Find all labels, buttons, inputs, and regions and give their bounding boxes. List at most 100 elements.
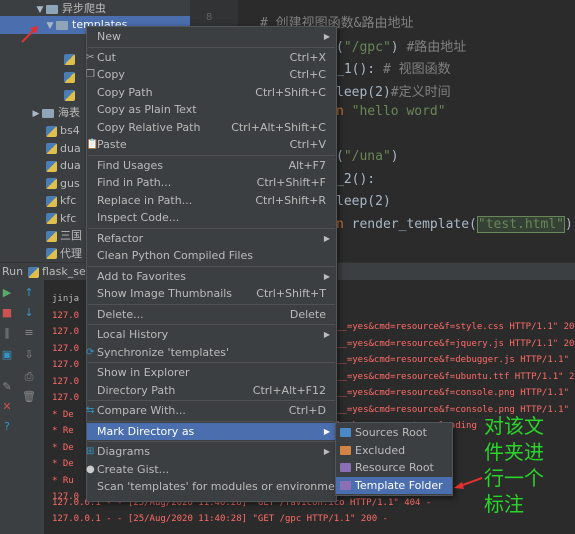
menu-item-create-gist[interactable]: ● Create Gist...: [86, 461, 336, 478]
menu-item-label: Scan 'templates' for modules or environm…: [97, 480, 352, 493]
pause-icon[interactable]: ‖: [0, 326, 14, 340]
code-token: n: [336, 217, 352, 232]
help-icon[interactable]: ?: [0, 420, 14, 434]
tree-file[interactable]: [64, 86, 78, 104]
menu-item-delete[interactable]: Delete... Delete: [87, 306, 336, 323]
menu-item-show-in-explorer[interactable]: Show in Explorer: [87, 364, 336, 381]
github-icon: ●: [86, 463, 95, 475]
menu-item-find-in-path[interactable]: Find in Path... Ctrl+Shift+F: [87, 174, 336, 191]
menu-item-shortcut: Delete: [289, 307, 326, 321]
annotation-arrow-icon: [21, 26, 38, 43]
cut-icon: ✂: [86, 51, 95, 63]
menu-item-scan-templates-for-modules-or-environments[interactable]: Scan 'templates' for modules or environm…: [87, 478, 352, 495]
tree-file-label: 三国: [60, 229, 82, 242]
close-icon[interactable]: ✕: [0, 400, 14, 414]
python-file-icon: [46, 178, 57, 189]
menu-item-find-usages[interactable]: Find Usages Alt+F7: [87, 157, 336, 174]
copy-icon: ❐: [86, 69, 95, 80]
menu-item-label: Paste: [97, 138, 127, 151]
tree-file[interactable]: kfc: [46, 192, 76, 210]
menu-separator: [88, 324, 335, 325]
arrow-up-icon[interactable]: ↑: [22, 286, 36, 300]
code-token: _2():: [336, 172, 376, 187]
chevron-down-icon[interactable]: ▼: [44, 17, 56, 35]
diagram-icon: ⊞: [86, 446, 95, 457]
python-file-icon: [46, 160, 57, 172]
chevron-right-icon[interactable]: ▶: [30, 105, 42, 123]
menu-item-label: Compare With...: [97, 404, 186, 417]
menu-item-label: Mark Directory as: [97, 424, 195, 438]
menu-item-copy-path[interactable]: Copy Path Ctrl+Shift+C: [87, 84, 336, 101]
submenu-item-resource-root[interactable]: Resource Root: [336, 459, 452, 476]
paste-icon: 📋: [86, 139, 99, 150]
tree-file[interactable]: kfc: [46, 210, 76, 228]
python-file-icon: [46, 143, 57, 154]
menu-item-directory-path[interactable]: Directory Path Ctrl+Alt+F12: [87, 382, 336, 399]
code-token: #路由地址: [406, 40, 467, 55]
menu-item-shortcut: Ctrl+V: [289, 138, 326, 151]
tree-file[interactable]: [64, 68, 78, 86]
folder-icon: [340, 445, 351, 455]
code-token: _1():: [336, 62, 376, 77]
menu-item-label: Create Gist...: [97, 462, 170, 476]
mark-directory-submenu: Sources Root Excluded Resource Root Templat…: [335, 422, 453, 496]
rerun-icon[interactable]: ▶: [0, 286, 14, 300]
context-menu: New ▶ ✂ Cut Ctrl+X ❐ Copy Ctrl+C Copy Path Ctrl+S…: [86, 26, 352, 502]
tree-file[interactable]: dua: [46, 157, 81, 175]
tree-file-label: gus: [60, 176, 80, 190]
submenu-item-template-folder[interactable]: Template Folder: [336, 476, 452, 494]
tree-file[interactable]: dua: [46, 140, 81, 158]
pin-icon[interactable]: ✎: [0, 380, 14, 394]
code-line: leep(2): [336, 194, 391, 209]
menu-item-replace-in-path[interactable]: Replace in Path... Ctrl+Shift+R: [87, 192, 336, 209]
tree-file[interactable]: [64, 50, 78, 68]
print-icon[interactable]: ⎙: [22, 370, 36, 384]
menu-item-show-image-thumbnails[interactable]: Show Image Thumbnails Ctrl+Shift+T: [87, 285, 336, 302]
menu-item-label: Show in Explorer: [97, 366, 190, 379]
code-token: render_template(: [351, 217, 477, 232]
menu-item-local-history[interactable]: Local History ▶: [87, 326, 336, 343]
menu-item-label: Find Usages: [97, 158, 164, 172]
code-token: # 视图函数: [375, 62, 451, 77]
menu-item-cut[interactable]: ✂ Cut Ctrl+X: [86, 49, 336, 66]
console-line: * De: [52, 459, 74, 469]
tree-file[interactable]: 三国: [46, 227, 82, 245]
submenu-item-excluded[interactable]: Excluded: [336, 442, 452, 459]
tree-file[interactable]: 代理: [46, 245, 82, 263]
soft-wrap-icon[interactable]: ≡: [22, 326, 36, 340]
trash-icon[interactable]: 🗑: [22, 390, 36, 404]
tree-file[interactable]: bs4: [46, 122, 80, 140]
tree-folder-collapsed[interactable]: ▶ 海表: [30, 104, 80, 122]
menu-item-paste[interactable]: 📋 Paste Ctrl+V: [86, 136, 336, 153]
menu-item-synchronize-templates[interactable]: ⟳ Synchronize 'templates': [86, 344, 336, 361]
menu-item-shortcut: Ctrl+Shift+F: [256, 176, 326, 189]
code-token: leep(2): [336, 85, 391, 100]
menu-item-copy-as-plain-text[interactable]: Copy as Plain Text: [87, 101, 336, 118]
menu-item-refactor[interactable]: Refactor ▶: [87, 230, 336, 247]
menu-item-clean-python-compiled-files[interactable]: Clean Python Compiled Files: [87, 247, 336, 264]
submenu-item-sources-root[interactable]: Sources Root: [336, 424, 452, 441]
code-token: "/gpc": [343, 40, 391, 55]
tree-file-label: bs4: [60, 124, 80, 137]
run-label: Run: [2, 265, 24, 278]
stop-icon[interactable]: ■: [0, 306, 14, 320]
console-line: 127.0: [52, 327, 80, 337]
code-token: n: [336, 104, 352, 119]
menu-item-diagrams[interactable]: ⊞ Diagrams ▶: [86, 443, 336, 460]
menu-item-inspect-code[interactable]: Inspect Code...: [87, 209, 336, 226]
folder-icon: [56, 20, 68, 30]
line-number: 8: [206, 12, 213, 23]
arrow-down-icon[interactable]: ↓: [22, 306, 36, 320]
menu-item-copy[interactable]: ❐ Copy Ctrl+C: [86, 66, 336, 83]
menu-item-new[interactable]: New ▶: [87, 28, 336, 45]
tree-file[interactable]: gus: [46, 175, 80, 193]
menu-item-mark-directory-as[interactable]: Mark Directory as ▶: [87, 422, 336, 440]
menu-item-add-to-favorites[interactable]: Add to Favorites ▶: [87, 268, 336, 285]
layout-icon[interactable]: ▣: [0, 348, 14, 362]
menu-item-compare-with[interactable]: ⇆ Compare With... Ctrl+D: [86, 402, 336, 419]
menu-item-copy-relative-path[interactable]: Copy Relative Path Ctrl+Alt+Shift+C: [87, 119, 336, 136]
menu-item-label: Replace in Path...: [97, 193, 193, 207]
scroll-end-icon[interactable]: ⇩: [22, 348, 36, 362]
menu-item-shortcut: Ctrl+D: [288, 404, 326, 417]
code-line: ("/gpc") #路由地址: [336, 36, 466, 55]
